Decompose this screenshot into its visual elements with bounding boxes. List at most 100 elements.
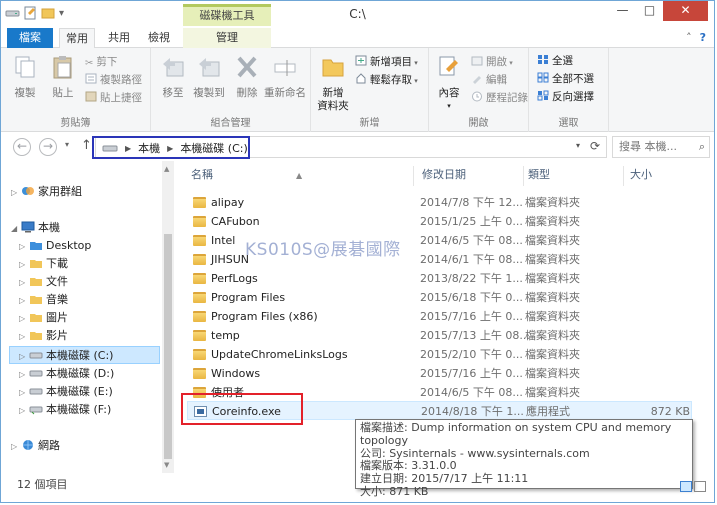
file-row[interactable]: temp 2015/7/13 上午 08... 檔案資料夾 — [187, 326, 692, 345]
large-icons-view-icon[interactable] — [694, 481, 706, 492]
expand-arrow-icon[interactable]: ▷ — [19, 292, 29, 310]
easy-access-button[interactable]: 輕鬆存取 ▾ — [355, 72, 418, 89]
nav-item-drive-e[interactable]: ▷ 本機磁碟 (E:) — [19, 383, 179, 401]
column-header-label: 名稱 — [191, 168, 213, 181]
column-header-size[interactable]: 大小 — [624, 166, 692, 186]
folder-icon — [30, 278, 42, 286]
properties-icon — [439, 56, 458, 76]
copy-to-button[interactable]: 複製到 — [191, 54, 227, 100]
minimize-button[interactable]: — — [609, 1, 636, 21]
expand-arrow-icon[interactable]: ▷ — [19, 238, 29, 256]
expand-arrow-icon[interactable]: ▷ — [11, 438, 21, 456]
details-view-icon[interactable] — [680, 481, 692, 492]
select-none-button[interactable]: 全部不選 — [537, 71, 594, 88]
move-to-button[interactable]: 移至 — [155, 54, 191, 100]
file-name: Program Files (x86) — [211, 310, 318, 323]
search-icon[interactable]: ⌕ — [699, 137, 705, 157]
properties-text: 內容 — [438, 87, 460, 99]
up-button[interactable]: ↑ — [81, 138, 92, 153]
column-header-type[interactable]: 類型 — [524, 166, 624, 186]
nav-item-downloads[interactable]: ▷ 下載 — [19, 255, 179, 273]
nav-item-documents[interactable]: ▷ 文件 — [19, 273, 179, 291]
paste-button[interactable]: 貼上 — [45, 54, 81, 100]
nav-item-label: 影片 — [46, 329, 68, 342]
file-row[interactable]: Windows 2015/7/16 上午 0... 檔案資料夾 — [187, 364, 692, 383]
paste-shortcut-button[interactable]: 貼上捷徑 — [85, 90, 142, 107]
drive-icon — [29, 370, 43, 377]
ribbon-help-area: ˄ ? — [686, 31, 706, 44]
nav-item-music[interactable]: ▷ 音樂 — [19, 291, 179, 309]
open-icon — [471, 56, 483, 66]
file-type: 檔案資料夾 — [525, 234, 580, 247]
nav-item-pictures[interactable]: ▷ 圖片 — [19, 309, 179, 327]
copy-button[interactable]: 複製 — [7, 54, 43, 100]
nav-item-drive-d[interactable]: ▷ 本機磁碟 (D:) — [19, 365, 179, 383]
expand-arrow-icon[interactable]: ▷ — [11, 184, 21, 202]
new-folder-button[interactable]: 新增 資料夾 — [317, 54, 349, 113]
search-input[interactable]: 搜尋 本機... ⌕ — [612, 136, 710, 158]
refresh-icon[interactable]: ⟳ — [590, 139, 600, 153]
nav-item-drive-c[interactable]: ▷ 本機磁碟 (C:) — [9, 346, 160, 364]
forward-button[interactable]: → — [39, 138, 57, 156]
file-row[interactable]: CAFubon 2015/1/25 上午 0... 檔案資料夾 — [187, 212, 692, 231]
address-dropdown-icon[interactable]: ▾ — [576, 141, 580, 150]
expand-arrow-icon[interactable]: ▷ — [19, 328, 29, 346]
folder-icon — [30, 296, 42, 304]
open-button[interactable]: 開啟 ▾ — [471, 54, 513, 71]
edit-button[interactable]: 編輯 — [471, 72, 507, 89]
tab-manage[interactable]: 管理 — [183, 28, 271, 48]
cut-button[interactable]: ✂ 剪下 — [85, 54, 117, 71]
nav-item-homegroup[interactable]: ▷ 家用群組 — [11, 183, 171, 201]
invert-selection-button[interactable]: 反向選擇 — [537, 89, 594, 106]
file-row[interactable]: alipay 2014/7/8 下午 12... 檔案資料夾 — [187, 193, 692, 212]
close-button[interactable]: ✕ — [663, 1, 708, 21]
new-item-button[interactable]: 新增項目 ▾ — [355, 54, 418, 71]
copy-path-icon — [85, 73, 97, 84]
rename-label: 重新命名 — [264, 87, 306, 99]
expand-arrow-icon[interactable]: ▷ — [19, 348, 29, 366]
history-button[interactable]: 歷程記錄 — [471, 90, 528, 107]
delete-button[interactable]: 刪除 — [229, 54, 265, 100]
file-row[interactable]: Program Files (x86) 2015/7/16 上午 0... 檔案資料… — [187, 307, 692, 326]
file-name: alipay — [211, 196, 245, 209]
open-group-label: 開啟 — [468, 118, 489, 129]
select-group: 全選 全部不選 反向選擇 選取 — [529, 48, 609, 132]
expand-arrow-icon[interactable]: ▷ — [19, 384, 29, 402]
recent-locations-icon[interactable]: ▾ — [65, 140, 69, 149]
select-all-button[interactable]: 全選 — [537, 53, 573, 70]
expand-arrow-icon[interactable]: ▷ — [19, 274, 29, 292]
scroll-thumb[interactable] — [164, 234, 172, 459]
tab-home[interactable]: 常用 — [59, 28, 95, 48]
column-header-date[interactable]: 修改日期 — [414, 166, 524, 186]
tooltip-description: 檔案描述: Dump information on system CPU and… — [360, 421, 672, 447]
rename-button[interactable]: 重新命名 — [261, 54, 309, 100]
column-header-name[interactable]: 名稱 ▲ — [179, 166, 414, 186]
nav-item-drive-f[interactable]: ▷ 本機磁碟 (F:) — [19, 401, 179, 419]
expand-arrow-icon[interactable]: ▷ — [19, 256, 29, 274]
help-icon[interactable]: ? — [700, 31, 706, 44]
tab-file[interactable]: 檔案 — [7, 28, 53, 48]
expand-arrow-icon[interactable]: ▷ — [19, 310, 29, 328]
nav-item-videos[interactable]: ▷ 影片 — [19, 327, 179, 345]
collapse-ribbon-icon[interactable]: ˄ — [686, 31, 692, 44]
folder-icon — [193, 216, 206, 227]
tab-view[interactable]: 檢視 — [141, 28, 177, 48]
nav-scrollbar[interactable]: ▲ ▼ — [162, 161, 174, 473]
nav-item-this-pc[interactable]: ◢ 本機 — [11, 219, 171, 237]
nav-item-network[interactable]: ▷ 網路 — [11, 437, 171, 455]
scroll-down-icon[interactable]: ▼ — [164, 461, 169, 469]
properties-button[interactable]: 內容 ▾ — [433, 54, 465, 113]
item-count: 12 個項目 — [17, 478, 68, 491]
tab-share[interactable]: 共用 — [101, 28, 137, 48]
back-button[interactable]: ← — [13, 138, 31, 156]
expand-arrow-icon[interactable]: ◢ — [11, 220, 21, 238]
expand-arrow-icon[interactable]: ▷ — [19, 402, 29, 420]
expand-arrow-icon[interactable]: ▷ — [19, 366, 29, 384]
maximize-button[interactable]: □ — [636, 1, 663, 21]
file-row[interactable]: Program Files 2015/6/18 下午 0... 檔案資料夾 — [187, 288, 692, 307]
file-row[interactable]: UpdateChromeLinksLogs 2015/2/10 下午 0... 檔案… — [187, 345, 692, 364]
copy-path-button[interactable]: 複製路徑 — [85, 72, 142, 89]
scroll-up-icon[interactable]: ▲ — [164, 165, 169, 173]
nav-item-desktop[interactable]: ▷ Desktop — [19, 237, 179, 255]
file-row[interactable]: PerfLogs 2013/8/22 下午 1... 檔案資料夾 — [187, 269, 692, 288]
